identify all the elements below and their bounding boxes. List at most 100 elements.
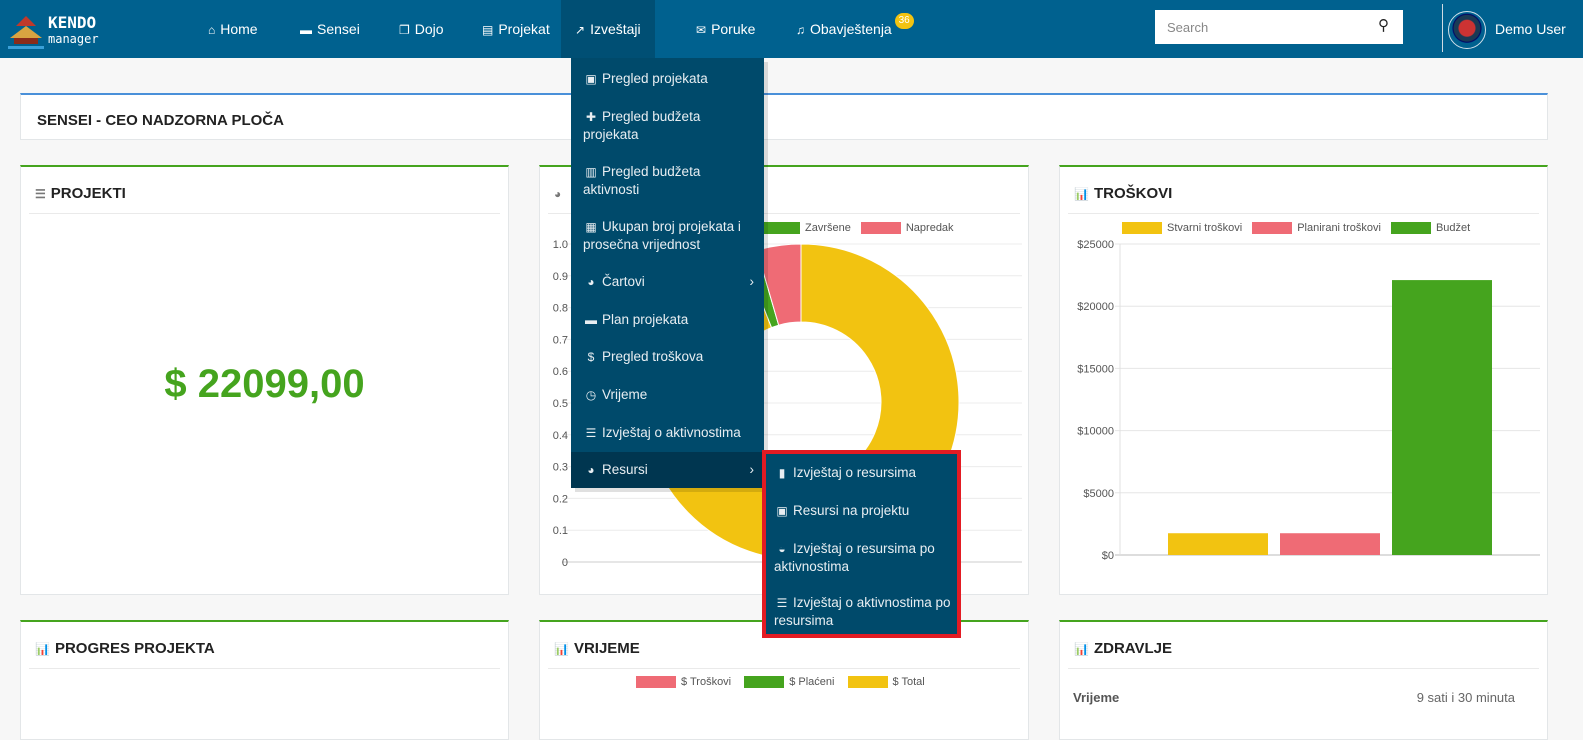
legend-label: Napredak (905, 222, 954, 234)
menu-icon: ▬ (585, 313, 597, 327)
menu-item-resursi[interactable]: ◕ Resursi › (571, 452, 764, 488)
menu-icon: ◕ (587, 463, 595, 477)
menu-item-pregled-budzeta-aktivnosti[interactable]: ▥ Pregled budžeta aktivnosti (571, 163, 764, 199)
submenu-icon: ▣ (776, 504, 788, 518)
legend-swatch (847, 676, 888, 689)
nav-home[interactable]: ⌂ Home (194, 0, 272, 58)
legend-label: Stvarni troškovi (1167, 222, 1243, 234)
menu-label: Ukupan broj projekata i prosečna vrijedn… (583, 219, 741, 252)
menu-item-pregled-troskova[interactable]: $ Pregled troškova (571, 348, 764, 366)
y-tick-label: 0.9 (553, 271, 568, 283)
chart-legend: $ Troškovi $ Plaćeni $ Total (626, 676, 925, 689)
legend-swatch (1252, 222, 1293, 235)
nav-sensei[interactable]: ▬ Sensei (286, 0, 374, 58)
submenu-item-izvjestaj-o-aktivnostima-po-resursima[interactable]: ☰ Izvještaj o aktivnostima po resursima (774, 594, 954, 630)
nav-label: Projekat (498, 21, 550, 37)
home-icon: ⌂ (208, 23, 216, 37)
menu-item-plan-projekata[interactable]: ▬ Plan projekata (571, 311, 764, 329)
troskovi-panel: 📊 TROŠKOVI $25000 $20000 $15000 $10000 $5000 $… (1059, 165, 1548, 595)
menu-label: Resursi (602, 462, 648, 477)
menu-icon: ▥ (585, 165, 597, 179)
menu-label: Plan projekata (602, 312, 689, 327)
nav-label: Home (220, 21, 258, 37)
kendo-manager-logo[interactable]: KENDO manager (6, 8, 116, 50)
panel-title: VRIJEME (573, 640, 640, 657)
nav-projekat[interactable]: ▤ Projekat (468, 0, 564, 58)
menu-label: Pregled troškova (602, 349, 704, 364)
svg-text:KENDO: KENDO (48, 13, 96, 32)
menu-item-izvjestaj-o-aktivnostima[interactable]: ☰ Izvještaj o aktivnostima (571, 424, 764, 442)
user-name[interactable]: Demo User (1495, 21, 1566, 37)
menu-item-vrijeme[interactable]: ◷ Vrijeme (571, 386, 764, 404)
nav-izvestaji[interactable]: ↗ Izveštaji (561, 0, 655, 58)
navbar: KENDO manager ⌂ Home ▬ Sensei ❐ Dojo ▤ Projekat… (0, 0, 1583, 58)
y-tick-label: 0 (562, 557, 568, 569)
menu-item-cartovi[interactable]: ◕ Čartovi › (571, 273, 764, 291)
bar-chart-icon: 📊 (1074, 187, 1089, 201)
y-tick-label: 0.5 (553, 398, 568, 410)
copy-icon: ❐ (399, 23, 410, 37)
divider (1442, 4, 1443, 52)
menu-item-pregled-budzeta-projekata[interactable]: ✚ Pregled budžeta projekata (571, 108, 764, 144)
bar-chart-icon: 📊 (1074, 642, 1089, 656)
submenu-icon: ▮ (778, 466, 786, 480)
izvestaji-dropdown: ▣ Pregled projekata ✚ Pregled budžeta proje… (571, 58, 764, 488)
nav-poruke[interactable]: ✉ Poruke (682, 0, 769, 58)
menu-icon: ▦ (585, 220, 597, 234)
submenu-label: Resursi na projektu (793, 503, 910, 518)
submenu-item-izvjestaj-o-resursima-po-aktivnostima[interactable]: ◒ Izvještaj o resursima po aktivnostima (774, 540, 954, 576)
legend-swatch (744, 676, 785, 689)
menu-icon: ◷ (585, 388, 597, 402)
submenu-icon: ◒ (778, 542, 786, 556)
panel-title: TROŠKOVI (1093, 185, 1173, 202)
y-tick-label: 0.6 (553, 366, 568, 378)
projekti-panel: ☰ PROJEKTI $ 22099,00 (20, 165, 509, 595)
submenu-icon: ☰ (776, 596, 788, 610)
y-tick-label: 0.8 (553, 303, 568, 315)
y-tick-label: 0.3 (553, 462, 568, 474)
menu-label: Pregled projekata (602, 71, 708, 86)
resursi-submenu: ▮ Izvještaj o resursima ▣ Resursi na projek… (762, 450, 961, 638)
briefcase-icon: ▬ (300, 23, 312, 37)
menu-label: Čartovi (602, 274, 645, 289)
menu-label: Vrijeme (602, 387, 648, 402)
panel-title: PROGRES PROJEKTA (54, 640, 215, 657)
page-title-panel: SENSEI - CEO NADZORNA PLOČA (20, 93, 1548, 140)
search-icon[interactable]: ⚲ (1378, 16, 1389, 34)
y-tick-label: $20000 (1077, 301, 1114, 313)
chevron-right-icon: › (749, 462, 755, 477)
legend-label: $ Plaćeni (789, 676, 835, 688)
menu-item-pregled-projekata[interactable]: ▣ Pregled projekata (571, 70, 764, 88)
bell-icon: ♫ (796, 23, 805, 37)
submenu-label: Izvještaj o resursima po aktivnostima (774, 541, 935, 574)
legend-label: $ Troškovi (681, 676, 732, 688)
menu-item-ukupan-broj-projekata-i-prosecna-vrijednost[interactable]: ▦ Ukupan broj projekata i prosečna vrijed… (571, 218, 764, 254)
chart-legend: Stvarni troškovi Planirani troškovi Budžet (1112, 222, 1471, 235)
avatar[interactable] (1448, 11, 1486, 49)
nav-label: Sensei (317, 21, 360, 37)
legend-swatch (760, 222, 800, 235)
y-tick-label: $15000 (1077, 363, 1114, 375)
submenu-item-izvjestaj-o-resursima[interactable]: ▮ Izvještaj o resursima (774, 464, 954, 482)
bar-chart-icon: 📊 (554, 642, 569, 656)
nav-label: Izveštaji (590, 21, 641, 37)
y-tick-label: $5000 (1083, 488, 1114, 500)
nav-label: Obavještenja (810, 21, 892, 37)
menu-icon: ✚ (585, 110, 597, 124)
page-title: SENSEI - CEO NADZORNA PLOČA (37, 112, 284, 129)
zdravlje-panel: 📊 ZDRAVLJE Vrijeme 9 sati i 30 minuta (1059, 620, 1548, 740)
nav-dojo[interactable]: ❐ Dojo (385, 0, 458, 58)
envelope-icon: ✉ (696, 23, 707, 37)
troskovi-bar-chart: $25000 $20000 $15000 $10000 $5000 $0 (1077, 239, 1540, 562)
legend-swatch (860, 222, 901, 235)
bar-chart-icon: 📊 (35, 642, 50, 656)
panel-title: ZDRAVLJE (1093, 640, 1173, 657)
menu-icon: ◕ (587, 275, 595, 289)
legend-label: Budžet (1435, 222, 1471, 234)
submenu-item-resursi-na-projektu[interactable]: ▣ Resursi na projektu (774, 502, 954, 520)
nav-label: Dojo (414, 21, 444, 37)
nav-obavjestenja[interactable]: ♫ Obavještenja 36 (782, 0, 914, 58)
search-input[interactable] (1155, 10, 1403, 44)
list-icon: ☰ (35, 187, 46, 201)
y-tick-label: $10000 (1077, 426, 1114, 438)
